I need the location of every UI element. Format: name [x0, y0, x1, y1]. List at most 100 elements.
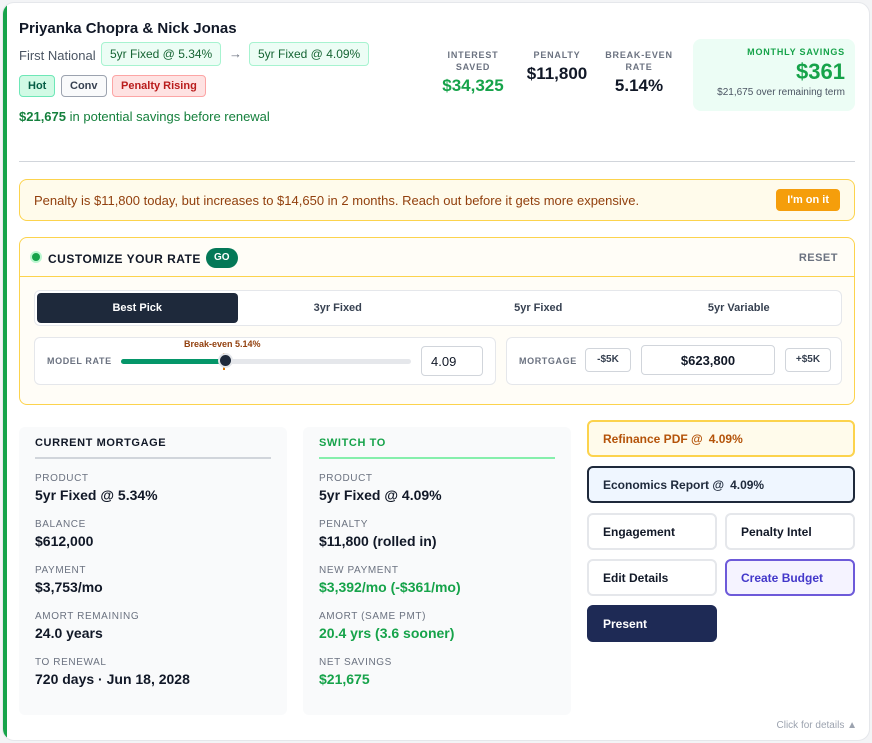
monthly-savings-sub: $21,675 over remaining term — [717, 87, 845, 98]
mortgage-decrease-button[interactable]: -$5K — [585, 348, 631, 372]
potential-savings: $21,675 in potential savings before rene… — [19, 109, 270, 124]
row-value: $11,800 (rolled in) — [319, 533, 437, 549]
tag-hot: Hot — [19, 75, 56, 97]
rate-slider[interactable] — [121, 353, 411, 370]
stat-break-even-value: 5.14% — [614, 76, 664, 95]
status-dot-icon — [32, 253, 40, 261]
current-row-renewal: TO RENEWAL 720 days · Jun 18, 2028 — [35, 657, 190, 687]
row-value: 720 days · Jun 18, 2028 — [35, 671, 190, 687]
go-badge: GO — [206, 248, 238, 268]
row-key: NEW PAYMENT — [319, 565, 399, 576]
mortgage-amount-input[interactable] — [641, 345, 775, 375]
switch-row-net-savings: NET SAVINGS $21,675 — [319, 657, 392, 687]
row-key: NET SAVINGS — [319, 657, 392, 668]
penalty-alert-text: Penalty is $11,800 today, but increases … — [34, 193, 640, 208]
row-key: BALANCE — [35, 519, 86, 530]
stat-break-even-label: BREAK-EVEN RATE — [605, 50, 673, 72]
monthly-savings-value: $361 — [796, 59, 845, 84]
row-value: 24.0 years — [35, 625, 103, 641]
row-key: TO RENEWAL — [35, 657, 107, 668]
economics-report-label: Economics Report @ — [603, 478, 725, 492]
potential-savings-amount: $21,675 — [19, 109, 66, 124]
potential-savings-text: in potential savings before renewal — [69, 109, 270, 124]
refinance-pdf-label: Refinance PDF @ — [603, 432, 703, 446]
monthly-savings-label: MONTHLY SAVINGS — [747, 47, 845, 57]
edit-details-button[interactable]: Edit Details — [587, 559, 717, 596]
current-row-payment: PAYMENT $3,753/mo — [35, 565, 103, 595]
row-value: $3,392/mo (-$361/mo) — [319, 579, 461, 595]
current-row-product: PRODUCT 5yr Fixed @ 5.34% — [35, 473, 158, 503]
current-rate-chip: 5yr Fixed @ 5.34% — [101, 42, 222, 66]
stat-interest-saved-value: $34,325 — [442, 76, 504, 95]
rate-slider-fill — [121, 359, 226, 364]
row-value: 20.4 yrs (3.6 sooner) — [319, 625, 455, 641]
tab-best-pick[interactable]: Best Pick — [37, 293, 238, 323]
stat-penalty-label: PENALTY — [533, 50, 581, 60]
stat-penalty-value: $11,800 — [526, 64, 588, 83]
row-value: $3,753/mo — [35, 579, 103, 595]
tab-5yr-variable[interactable]: 5yr Variable — [639, 293, 840, 323]
row-value: $21,675 — [319, 671, 370, 687]
break-even-marker-label: Break-even 5.14% — [184, 339, 261, 349]
customize-title: CUSTOMIZE YOUR RATE — [48, 252, 201, 266]
refinance-pdf-button[interactable]: Refinance PDF @ 4.09% — [587, 420, 855, 457]
current-mortgage-title: CURRENT MORTGAGE — [35, 437, 167, 449]
row-key: AMORT REMAINING — [35, 611, 140, 622]
arrow-right-icon: → — [229, 46, 242, 61]
click-for-details-link[interactable]: Click for details ▲ — [777, 720, 857, 731]
current-row-amort: AMORT REMAINING 24.0 years — [35, 611, 139, 641]
model-rate-label: MODEL RATE — [47, 356, 112, 366]
switch-to-rule — [319, 457, 555, 459]
client-name: Priyanka Chopra & Nick Jonas — [19, 20, 237, 37]
penalty-alert: Penalty is $11,800 today, but increases … — [19, 179, 855, 221]
switch-to-panel: SWITCH TO PRODUCT 5yr Fixed @ 4.09% PENAL… — [303, 427, 571, 715]
row-key: PRODUCT — [319, 473, 373, 484]
switch-row-product: PRODUCT 5yr Fixed @ 4.09% — [319, 473, 442, 503]
stat-interest-saved-label: INTEREST SAVED — [447, 50, 499, 72]
penalty-intel-button[interactable]: Penalty Intel — [725, 513, 855, 550]
refinance-pdf-rate: 4.09% — [708, 432, 743, 446]
current-row-balance: BALANCE $612,000 — [35, 519, 93, 549]
stat-break-even: BREAK-EVEN RATE 5.14% — [601, 49, 677, 96]
mortgage-increase-button[interactable]: +$5K — [785, 348, 831, 372]
header-divider — [19, 161, 855, 162]
economics-report-button[interactable]: Economics Report @ 4.09% — [587, 466, 855, 503]
reset-button[interactable]: RESET — [799, 252, 838, 264]
current-mortgage-rule — [35, 457, 271, 459]
present-button[interactable]: Present — [587, 605, 717, 642]
row-key: PAYMENT — [35, 565, 87, 576]
status-accent-bar — [3, 3, 7, 740]
row-value: 5yr Fixed @ 5.34% — [35, 487, 158, 503]
create-budget-button[interactable]: Create Budget — [725, 559, 855, 596]
engagement-button[interactable]: Engagement — [587, 513, 717, 550]
stat-interest-saved: INTEREST SAVED $34,325 — [435, 49, 511, 96]
row-value: 5yr Fixed @ 4.09% — [319, 487, 442, 503]
row-key: PRODUCT — [35, 473, 89, 484]
tag-penalty-rising: Penalty Rising — [112, 75, 206, 97]
rate-slider-handle[interactable] — [218, 353, 234, 368]
current-mortgage-panel: CURRENT MORTGAGE PRODUCT 5yr Fixed @ 5.34… — [19, 427, 287, 715]
model-rate-control: MODEL RATE Break-even 5.14% — [34, 337, 496, 385]
stat-penalty: PENALTY $11,800 — [521, 49, 593, 84]
lender-name: First National — [19, 48, 96, 63]
customize-header: CUSTOMIZE YOUR RATE GO RESET — [20, 238, 854, 277]
row-key: PENALTY — [319, 519, 369, 530]
tab-3yr-fixed[interactable]: 3yr Fixed — [238, 293, 439, 323]
customize-rate-panel: CUSTOMIZE YOUR RATE GO RESET Best Pick 3… — [19, 237, 855, 405]
new-rate-chip: 5yr Fixed @ 4.09% — [249, 42, 370, 66]
switch-row-amort: AMORT (SAME PMT) 20.4 yrs (3.6 sooner) — [319, 611, 454, 641]
monthly-savings-box: MONTHLY SAVINGS $361 $21,675 over remain… — [693, 39, 855, 111]
tag-conv: Conv — [61, 75, 107, 97]
model-rate-input[interactable] — [421, 346, 483, 376]
row-key: AMORT (SAME PMT) — [319, 611, 427, 622]
im-on-it-button[interactable]: I'm on it — [776, 189, 840, 211]
switch-row-penalty: PENALTY $11,800 (rolled in) — [319, 519, 437, 549]
switch-to-title: SWITCH TO — [319, 437, 386, 449]
switch-row-payment: NEW PAYMENT $3,392/mo (-$361/mo) — [319, 565, 461, 595]
economics-report-rate: 4.09% — [730, 478, 765, 492]
mortgage-label: MORTGAGE — [519, 356, 577, 366]
tab-5yr-fixed[interactable]: 5yr Fixed — [438, 293, 639, 323]
mortgage-control: MORTGAGE -$5K +$5K — [506, 337, 842, 385]
client-card[interactable]: Priyanka Chopra & Nick Jonas First Natio… — [2, 2, 870, 741]
product-tabs: Best Pick 3yr Fixed 5yr Fixed 5yr Variab… — [34, 290, 842, 326]
